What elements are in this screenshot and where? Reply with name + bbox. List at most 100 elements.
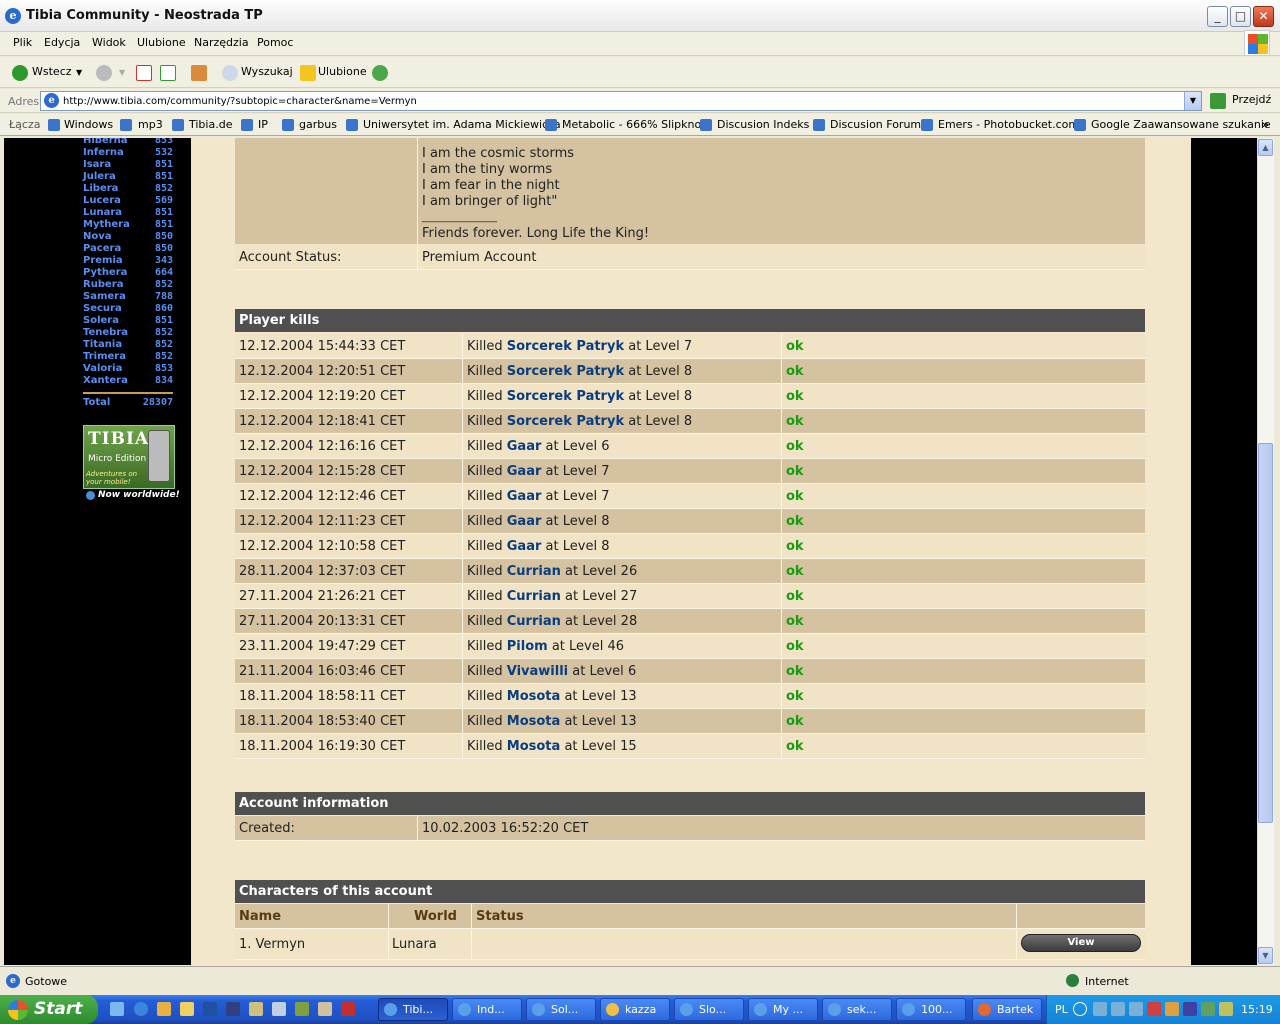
menu-narzedzia[interactable]: Narzędzia bbox=[194, 36, 249, 49]
quicklaunch-icon[interactable] bbox=[110, 1002, 124, 1016]
world-row[interactable]: Nova 850 bbox=[83, 231, 173, 243]
menu-pomoc[interactable]: Pomoc bbox=[257, 36, 293, 49]
world-row[interactable]: Inferna 532 bbox=[83, 147, 173, 159]
quicklaunch-word-icon[interactable] bbox=[203, 1002, 217, 1016]
world-name[interactable]: Xantera bbox=[83, 375, 128, 386]
world-row[interactable]: Pacera 850 bbox=[83, 243, 173, 255]
world-row[interactable]: Trimera 852 bbox=[83, 351, 173, 363]
menu-widok[interactable]: Widok bbox=[92, 36, 126, 49]
tray-expand-icon[interactable] bbox=[1073, 1002, 1087, 1016]
go-arrow-icon[interactable] bbox=[1210, 93, 1226, 109]
quicklaunch-icon[interactable] bbox=[318, 1002, 332, 1016]
tray-icon[interactable] bbox=[1111, 1002, 1125, 1016]
refresh-icon[interactable] bbox=[160, 65, 176, 81]
victim-link[interactable]: Gaar bbox=[507, 439, 542, 454]
victim-link[interactable]: Vivawilli bbox=[507, 664, 568, 679]
home-icon[interactable] bbox=[191, 65, 207, 81]
victim-link[interactable]: Sorcerek Patryk bbox=[507, 389, 624, 404]
back-button[interactable]: Wstecz bbox=[32, 65, 72, 78]
world-name[interactable]: Libera bbox=[83, 183, 118, 194]
view-character-button[interactable]: View bbox=[1021, 934, 1141, 952]
victim-link[interactable]: Gaar bbox=[507, 464, 542, 479]
victim-link[interactable]: Gaar bbox=[507, 489, 542, 504]
world-name[interactable]: Samera bbox=[83, 291, 126, 302]
world-name[interactable]: Lunara bbox=[83, 207, 122, 218]
language-indicator[interactable]: PL bbox=[1055, 1003, 1068, 1016]
quicklaunch-icon[interactable] bbox=[295, 1002, 309, 1016]
world-name[interactable]: Tenebra bbox=[83, 327, 128, 338]
world-row[interactable]: Samera 788 bbox=[83, 291, 173, 303]
victim-link[interactable]: Currian bbox=[507, 589, 561, 604]
link-photobucket[interactable]: Emers - Photobucket.com bbox=[938, 118, 1079, 131]
address-input[interactable]: e http://www.tibia.com/community/?subtop… bbox=[40, 91, 1202, 111]
world-name[interactable]: Rubera bbox=[83, 279, 123, 290]
taskbar-button[interactable]: Ind... bbox=[452, 998, 522, 1021]
taskbar-button[interactable]: Tibi... bbox=[378, 998, 448, 1021]
victim-link[interactable]: Currian bbox=[507, 614, 561, 629]
links-overflow-icon[interactable]: » bbox=[1262, 118, 1269, 131]
world-name[interactable]: Secura bbox=[83, 303, 122, 314]
world-name[interactable]: Inferna bbox=[83, 147, 124, 158]
menu-ulubione[interactable]: Ulubione bbox=[137, 36, 186, 49]
stop-icon[interactable] bbox=[136, 65, 152, 81]
world-row[interactable]: Isara 851 bbox=[83, 159, 173, 171]
taskbar-button[interactable]: Sol... bbox=[526, 998, 596, 1021]
history-icon[interactable] bbox=[372, 65, 388, 81]
world-name[interactable]: Solera bbox=[83, 315, 119, 326]
link-discusion-forum[interactable]: Discusion Forum bbox=[830, 118, 921, 131]
link-windows[interactable]: Windows bbox=[64, 118, 113, 131]
tray-icon[interactable] bbox=[1201, 1002, 1215, 1016]
world-row[interactable]: Hiberna 853 bbox=[83, 138, 173, 147]
quicklaunch-icon[interactable] bbox=[341, 1002, 355, 1016]
world-row[interactable]: Tenebra 852 bbox=[83, 327, 173, 339]
world-name[interactable]: Trimera bbox=[83, 351, 126, 362]
tray-icon[interactable] bbox=[1129, 1002, 1143, 1016]
world-row[interactable]: Libera 852 bbox=[83, 183, 173, 195]
link-uam[interactable]: Uniwersytet im. Adama Mickiewicza bbox=[363, 118, 561, 131]
world-name[interactable]: Lucera bbox=[83, 195, 121, 206]
tray-icon[interactable] bbox=[1219, 1002, 1233, 1016]
world-row[interactable]: Lucera 569 bbox=[83, 195, 173, 207]
forward-arrow-icon[interactable] bbox=[96, 65, 112, 81]
quicklaunch-icon[interactable] bbox=[157, 1002, 171, 1016]
world-row[interactable]: Rubera 852 bbox=[83, 279, 173, 291]
address-url[interactable]: http://www.tibia.com/community/?subtopic… bbox=[63, 96, 417, 107]
world-name[interactable]: Premia bbox=[83, 255, 123, 266]
go-button[interactable]: Przejdź bbox=[1232, 93, 1271, 106]
taskbar-button[interactable]: kazza bbox=[600, 998, 670, 1021]
victim-link[interactable]: Currian bbox=[507, 564, 561, 579]
quicklaunch-icon[interactable] bbox=[249, 1002, 263, 1016]
quicklaunch-icon[interactable] bbox=[226, 1002, 240, 1016]
maximize-button[interactable]: □ bbox=[1230, 6, 1251, 27]
taskbar-button[interactable]: 100... bbox=[896, 998, 966, 1021]
world-name[interactable]: Valoria bbox=[83, 363, 122, 374]
taskbar-button[interactable]: Bartek bbox=[972, 998, 1042, 1021]
menu-plik[interactable]: Plik bbox=[13, 36, 32, 49]
world-row[interactable]: Valoria 853 bbox=[83, 363, 173, 375]
quicklaunch-icon[interactable] bbox=[180, 1002, 194, 1016]
scroll-down-button[interactable]: ▼ bbox=[1258, 947, 1273, 964]
scroll-up-button[interactable]: ▲ bbox=[1258, 139, 1273, 156]
close-button[interactable]: ✕ bbox=[1253, 6, 1274, 27]
victim-link[interactable]: Sorcerek Patryk bbox=[507, 364, 624, 379]
tibia-micro-edition-banner[interactable]: TIBIA Micro Edition Adventures on your m… bbox=[83, 425, 175, 489]
victim-link[interactable]: Mosota bbox=[507, 739, 561, 754]
link-metabolic[interactable]: Metabolic - 666% Slipknot bbox=[562, 118, 706, 131]
quicklaunch-icon[interactable] bbox=[272, 1002, 286, 1016]
scrollbar-thumb[interactable] bbox=[1258, 443, 1273, 823]
world-name[interactable]: Pacera bbox=[83, 243, 121, 254]
star-icon[interactable] bbox=[300, 65, 316, 81]
forward-dropdown-icon[interactable]: ▼ bbox=[119, 68, 125, 77]
favorites-button[interactable]: Ulubione bbox=[318, 65, 367, 78]
world-name[interactable]: Pythera bbox=[83, 267, 127, 278]
world-row[interactable]: Solera 851 bbox=[83, 315, 173, 327]
world-row[interactable]: Julera 851 bbox=[83, 171, 173, 183]
taskbar-button[interactable]: Slo... bbox=[674, 998, 744, 1021]
victim-link[interactable]: Gaar bbox=[507, 539, 542, 554]
link-ip[interactable]: IP bbox=[258, 118, 268, 131]
menu-edycja[interactable]: Edycja bbox=[44, 36, 80, 49]
taskbar-button[interactable]: sek... bbox=[822, 998, 892, 1021]
world-row[interactable]: Lunara 851 bbox=[83, 207, 173, 219]
link-google[interactable]: Google Zaawansowane szukanie bbox=[1091, 118, 1271, 131]
world-row[interactable]: Xantera 834 bbox=[83, 375, 173, 387]
